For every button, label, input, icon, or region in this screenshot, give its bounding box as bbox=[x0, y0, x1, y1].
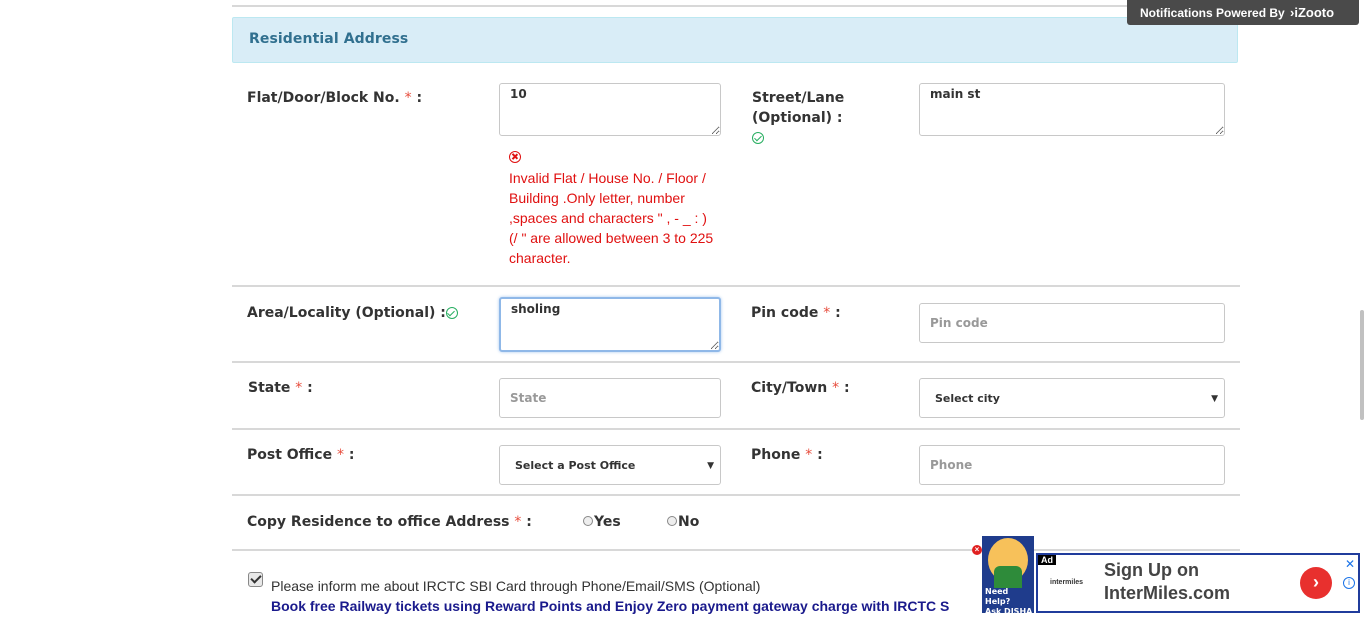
section-header: Residential Address bbox=[232, 17, 1238, 63]
divider bbox=[232, 494, 1240, 496]
ad-close-icon[interactable]: ✕ bbox=[1345, 557, 1355, 571]
valid-check-icon bbox=[445, 307, 458, 319]
divider bbox=[232, 361, 1240, 363]
error-icon bbox=[509, 151, 521, 163]
section-title: Residential Address bbox=[249, 31, 409, 47]
state-input[interactable] bbox=[499, 378, 721, 418]
radio-circle[interactable] bbox=[583, 516, 593, 526]
copy-no-radio[interactable]: No bbox=[667, 514, 699, 530]
inform-text: Please inform me about IRCTC SBI Card th… bbox=[271, 578, 761, 594]
divider bbox=[232, 549, 1240, 551]
intermiles-ad[interactable]: Ad intermiles Sign Up on InterMiles.com ›… bbox=[1036, 553, 1360, 613]
divider bbox=[232, 428, 1240, 430]
phone-label: Phone * : bbox=[751, 447, 823, 463]
valid-check-icon bbox=[752, 132, 764, 144]
flat-error: Invalid Flat / House No. / Floor / Build… bbox=[509, 148, 714, 268]
flat-error-text: Invalid Flat / House No. / Floor / Build… bbox=[509, 170, 714, 266]
street-input[interactable] bbox=[919, 83, 1225, 136]
post-office-label: Post Office * : bbox=[247, 447, 355, 463]
city-label: City/Town * : bbox=[751, 380, 850, 396]
ad-headline[interactable]: Sign Up on InterMiles.com bbox=[1104, 559, 1230, 605]
copy-yes-radio[interactable]: Yes bbox=[583, 514, 621, 530]
pincode-label: Pin code * : bbox=[751, 305, 841, 321]
dropdown-arrow-icon: ▼ bbox=[707, 461, 714, 471]
post-office-select[interactable]: Select a Post Office ▼ bbox=[499, 445, 721, 485]
inform-checkbox[interactable] bbox=[248, 572, 263, 587]
scrollbar-thumb[interactable] bbox=[1360, 310, 1364, 420]
ad-badge: Ad bbox=[1038, 555, 1056, 565]
top-divider bbox=[232, 5, 1240, 7]
pincode-input[interactable] bbox=[919, 303, 1225, 343]
radio-circle[interactable] bbox=[667, 516, 677, 526]
divider bbox=[232, 285, 1240, 287]
street-label: Street/Lane (Optional) : bbox=[752, 88, 844, 148]
intermiles-logo: intermiles bbox=[1050, 579, 1084, 586]
disha-help-widget[interactable]: Need Help? Ask DISHA bbox=[982, 536, 1034, 616]
phone-input[interactable] bbox=[919, 445, 1225, 485]
city-select[interactable]: Select city ▼ bbox=[919, 378, 1225, 418]
copy-address-label: Copy Residence to office Address * : bbox=[247, 514, 532, 530]
promo-link[interactable]: Book free Railway tickets using Reward P… bbox=[271, 598, 986, 614]
flat-input[interactable] bbox=[499, 83, 721, 136]
izooto-logo: ›iZooto bbox=[1290, 5, 1335, 20]
dropdown-arrow-icon: ▼ bbox=[1211, 394, 1218, 404]
flat-label: Flat/Door/Block No. * : bbox=[247, 90, 423, 106]
ad-info-icon[interactable]: i bbox=[1343, 577, 1355, 589]
notification-banner[interactable]: Notifications Powered By ›iZooto bbox=[1127, 0, 1359, 25]
state-label: State * : bbox=[248, 380, 313, 396]
disha-close-icon[interactable]: × bbox=[972, 545, 982, 555]
area-label: Area/Locality (Optional) : bbox=[247, 303, 458, 323]
area-input[interactable] bbox=[499, 297, 721, 352]
ad-arrow-icon[interactable]: › bbox=[1300, 567, 1332, 599]
